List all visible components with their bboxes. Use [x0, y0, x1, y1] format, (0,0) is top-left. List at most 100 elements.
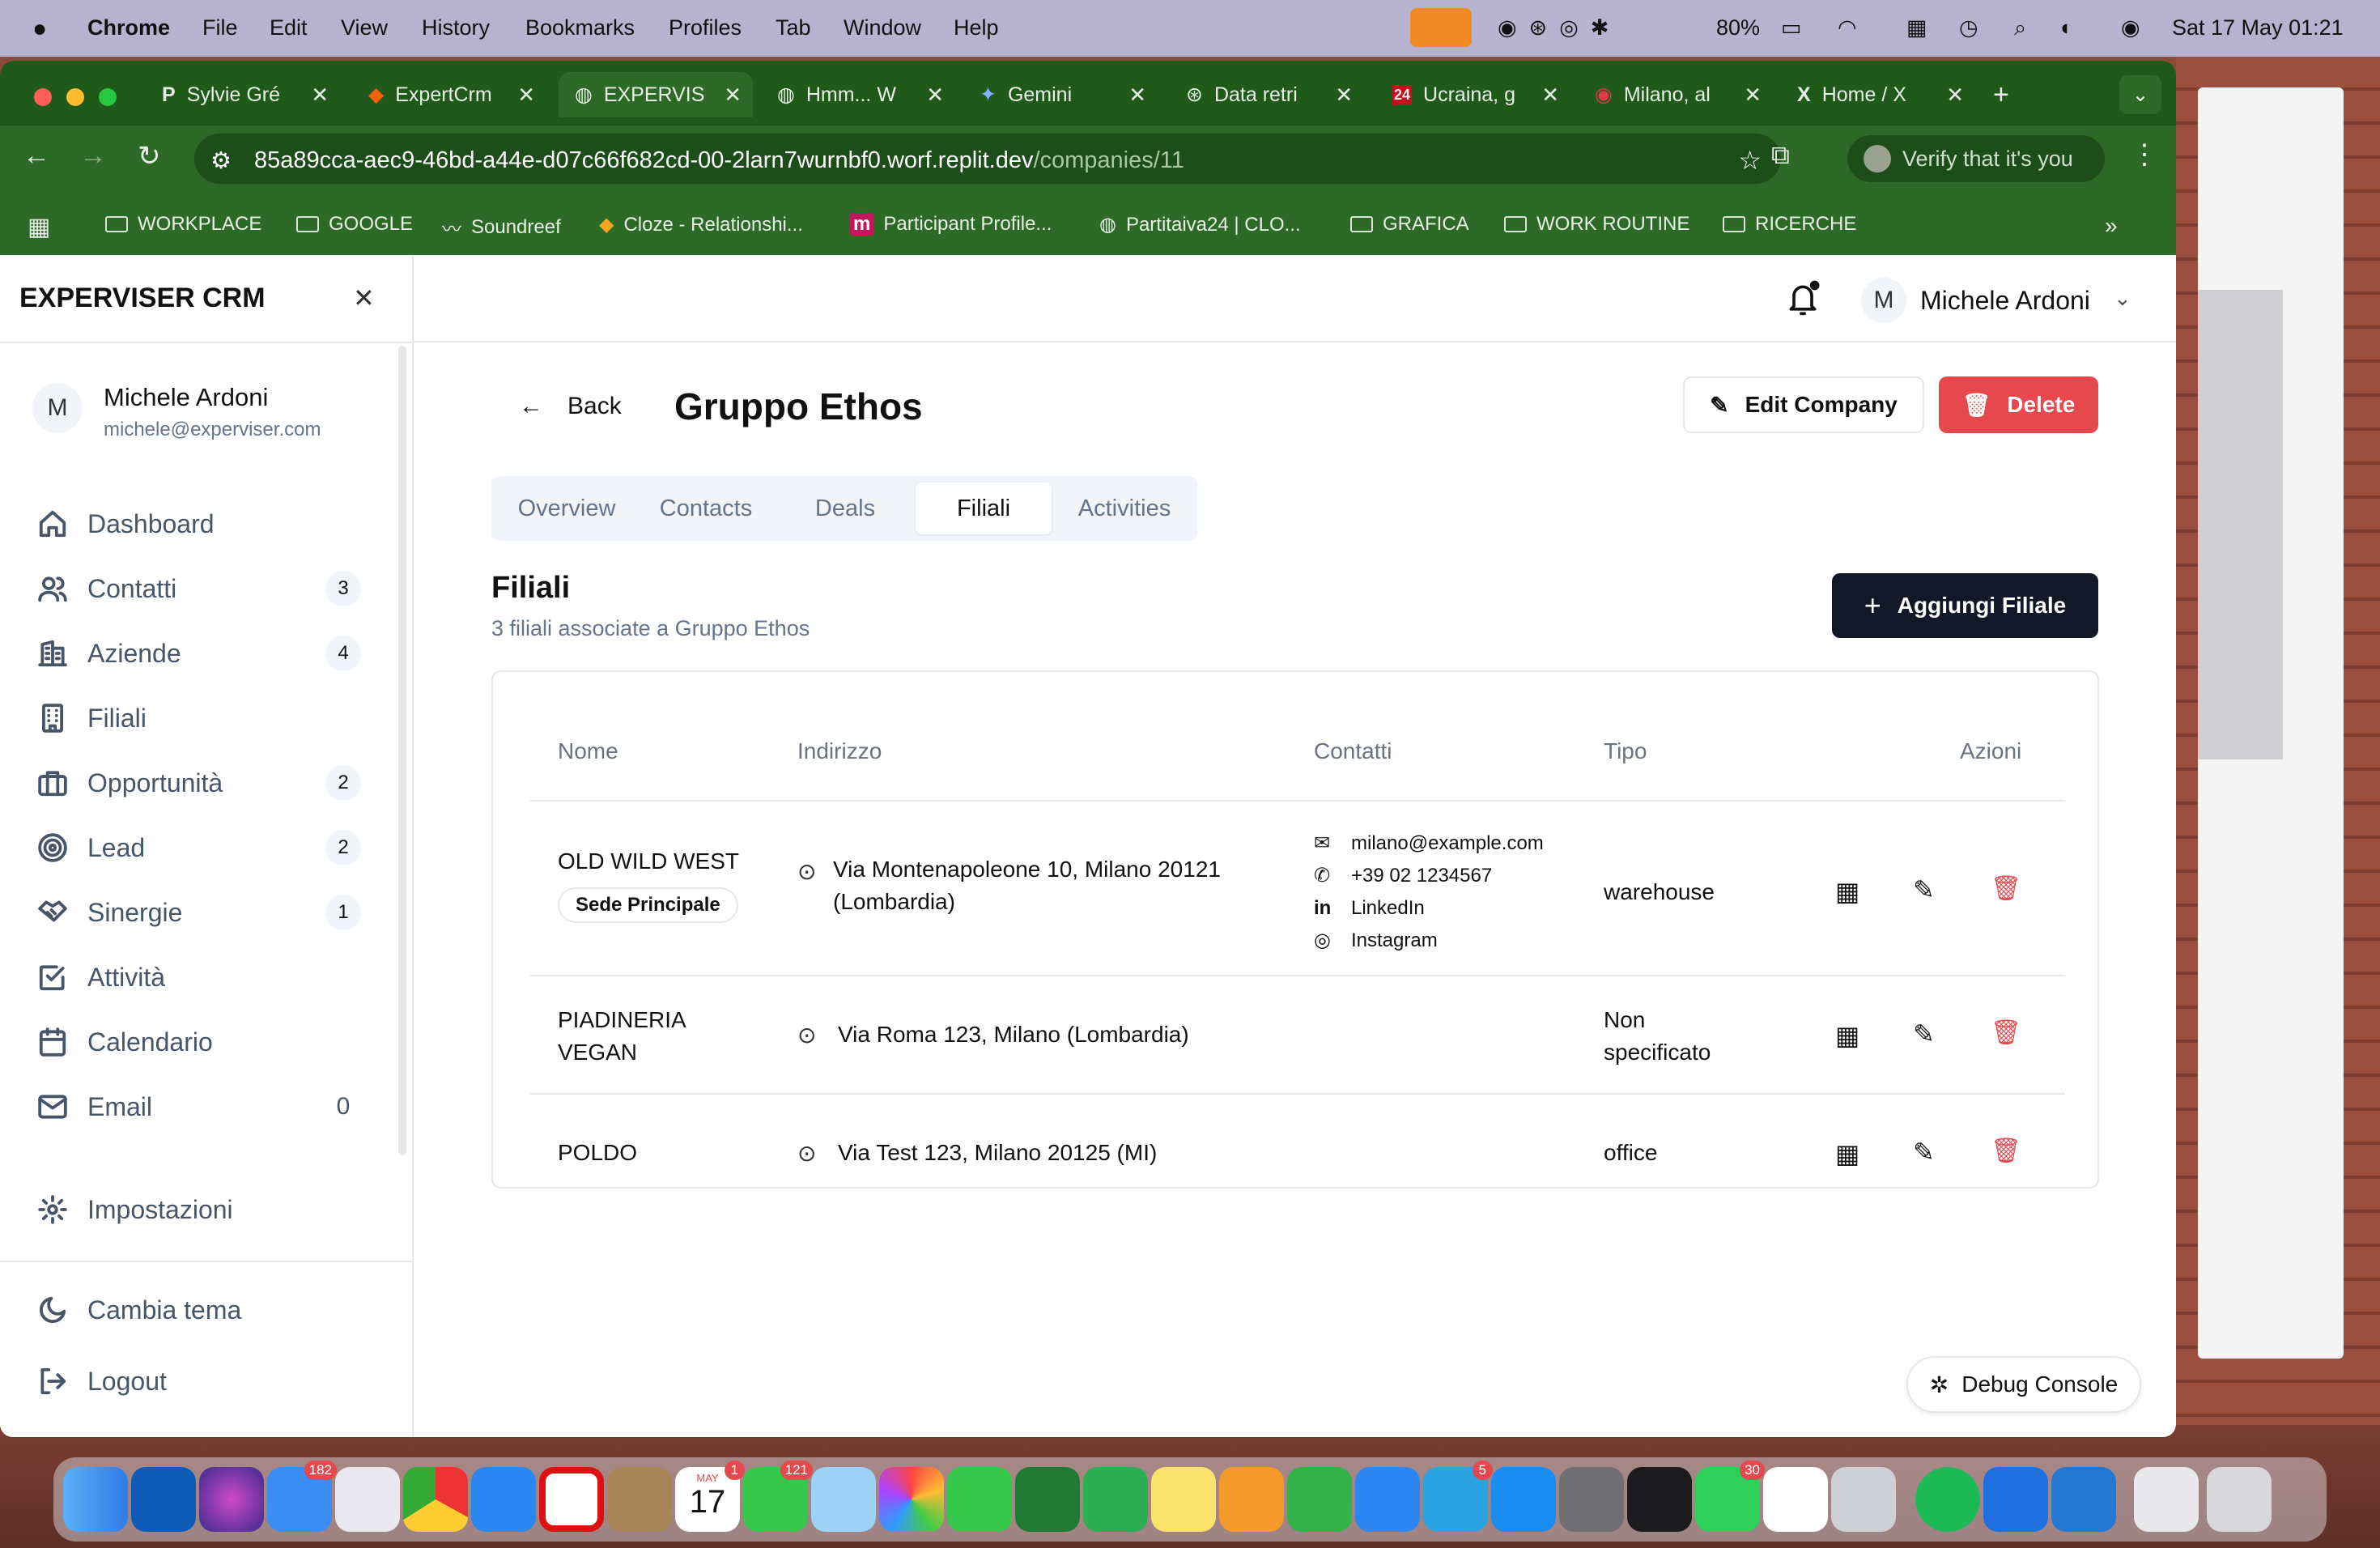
- bookmark-link[interactable]: ◍ Partitaiva24 | CLO...: [1099, 213, 1301, 236]
- browser-tab[interactable]: ⊛ Data retri ✕: [1178, 72, 1364, 117]
- table-row[interactable]: OLD WILD WEST Sede Principale ⊙ Via Mont…: [530, 802, 2065, 976]
- menu-profiles[interactable]: Profiles: [669, 15, 742, 40]
- bookmark-folder[interactable]: GOOGLE: [296, 213, 413, 236]
- app-store-icon[interactable]: [1491, 1467, 1556, 1532]
- address-bar[interactable]: ⚙ 85a89cca-aec9-46bd-a44e-d07c66f682cd-0…: [194, 134, 1781, 184]
- close-icon[interactable]: ✕: [1128, 83, 1146, 108]
- bookmark-link[interactable]: 〰 Soundreef: [442, 213, 561, 241]
- close-icon[interactable]: ✕: [1744, 83, 1762, 108]
- building-icon[interactable]: ▦: [1835, 1138, 1859, 1169]
- close-icon[interactable]: ✕: [311, 83, 329, 108]
- reload-icon[interactable]: ↻: [138, 140, 161, 172]
- zoom-window-button[interactable]: [99, 88, 117, 106]
- trash-icon[interactable]: 🗑︎: [1991, 874, 2021, 903]
- close-icon[interactable]: ✕: [1335, 83, 1353, 108]
- minimize-window-button[interactable]: [66, 88, 84, 106]
- keynote-icon[interactable]: [1355, 1467, 1420, 1532]
- siri-icon[interactable]: ◉: [2121, 15, 2140, 40]
- menu-bookmarks[interactable]: Bookmarks: [525, 15, 635, 40]
- sidebar-item-email[interactable]: Email 0: [37, 1091, 361, 1122]
- iphone-mirroring-icon[interactable]: [1831, 1467, 1896, 1532]
- back-button[interactable]: ← Back: [519, 393, 622, 420]
- menu-window[interactable]: Window: [844, 15, 921, 40]
- menu-edit[interactable]: Edit: [270, 15, 308, 40]
- table-row[interactable]: PIADINERIA VEGAN ⊙ Via Roma 123, Milano …: [530, 976, 2065, 1095]
- chrome-icon[interactable]: [403, 1467, 468, 1532]
- siri-icon[interactable]: [199, 1467, 264, 1532]
- mail-icon[interactable]: 182: [267, 1461, 337, 1532]
- search-icon[interactable]: ⌕: [2014, 15, 2026, 41]
- building-icon[interactable]: ▦: [1835, 1020, 1859, 1051]
- sidebar-item-contatti[interactable]: Contatti 3: [37, 571, 361, 606]
- close-icon[interactable]: ✕: [1946, 83, 1964, 108]
- menu-history[interactable]: History: [422, 15, 490, 40]
- trello-icon[interactable]: [1983, 1467, 2048, 1532]
- back-arrow-icon[interactable]: ←: [23, 140, 50, 172]
- close-window-button[interactable]: [34, 88, 52, 106]
- browser-tab[interactable]: ◍ Hmm... W ✕: [769, 72, 955, 117]
- delete-button[interactable]: 🗑︎ Delete: [1939, 376, 2098, 433]
- pen-tool-icon[interactable]: ✎: [1913, 1019, 1935, 1049]
- tab-activities[interactable]: Activities: [1052, 483, 1197, 534]
- launchpad-icon[interactable]: [335, 1467, 400, 1532]
- contacts-icon[interactable]: [607, 1467, 672, 1532]
- spotify-icon[interactable]: [1915, 1467, 1980, 1532]
- whatsapp-icon[interactable]: 30: [1695, 1461, 1765, 1532]
- chat-icon[interactable]: [1015, 1467, 1080, 1532]
- pen-tool-icon[interactable]: ✎: [1913, 1137, 1935, 1167]
- chevron-down-icon[interactable]: ⌄: [2114, 286, 2131, 311]
- theme-toggle[interactable]: Cambia tema: [37, 1295, 361, 1325]
- sidebar-item-filiali[interactable]: Filiali: [37, 703, 361, 734]
- close-icon[interactable]: ✕: [517, 83, 535, 108]
- apps-grid-icon[interactable]: ▦: [28, 213, 50, 241]
- numbers-icon[interactable]: [1287, 1467, 1352, 1532]
- vscode-icon[interactable]: [2051, 1467, 2116, 1532]
- bookmark-link[interactable]: ◆ Cloze - Relationshi...: [599, 213, 803, 236]
- tab-search-icon[interactable]: ⌄: [2119, 75, 2161, 114]
- menu-help[interactable]: Help: [954, 15, 999, 40]
- close-icon[interactable]: ✕: [724, 83, 742, 108]
- bookmark-folder[interactable]: WORK ROUTINE: [1504, 213, 1689, 236]
- browser-tab[interactable]: X Home / X ✕: [1789, 72, 1975, 117]
- trash-icon[interactable]: [2207, 1467, 2272, 1532]
- site-info-icon[interactable]: ⚙: [210, 147, 232, 175]
- debug-console-button[interactable]: ✲ Debug Console: [1906, 1356, 2141, 1413]
- sidebar-item-sinergie[interactable]: Sinergie 1: [37, 895, 361, 930]
- safari-icon[interactable]: [471, 1467, 536, 1532]
- maps-icon[interactable]: [811, 1467, 876, 1532]
- browser-tab[interactable]: ◉ Milano, al ✕: [1587, 72, 1773, 117]
- close-sidebar-icon[interactable]: ✕: [353, 283, 375, 313]
- chatgpt-icon[interactable]: [1763, 1467, 1828, 1532]
- sidebar-item-attivita[interactable]: Attività: [37, 962, 361, 993]
- calendar-icon[interactable]: MAY 17 1: [675, 1461, 745, 1532]
- extensions-icon[interactable]: ⧉: [1771, 140, 1790, 171]
- apple-icon[interactable]: ●: [32, 15, 47, 43]
- close-icon[interactable]: ✕: [1541, 83, 1559, 108]
- bookmark-folder[interactable]: GRAFICA: [1350, 213, 1469, 236]
- header-user-name[interactable]: Michele Ardoni: [1920, 286, 2090, 316]
- browser-tab[interactable]: 24 Ucraina, g ✕: [1384, 72, 1570, 117]
- more-vert-icon[interactable]: ⋮: [2131, 138, 2158, 171]
- browser-tab[interactable]: P Sylvie Gré ✕: [154, 72, 340, 117]
- trash-icon[interactable]: 🗑︎: [1991, 1019, 2021, 1047]
- edit-company-button[interactable]: ✎ Edit Company: [1683, 376, 1924, 433]
- menu-file[interactable]: File: [202, 15, 238, 40]
- logout-button[interactable]: Logout: [37, 1366, 361, 1397]
- sidebar-scrollbar[interactable]: [398, 346, 406, 1155]
- add-filiale-button[interactable]: + Aggiungi Filiale: [1832, 573, 2098, 638]
- sidebar-item-opportunita[interactable]: Opportunità 2: [37, 765, 361, 801]
- pen-tool-icon[interactable]: ✎: [1913, 874, 1935, 905]
- menubar-app-name[interactable]: Chrome: [87, 15, 170, 40]
- contact-email[interactable]: ✉ milano@example.com: [1314, 827, 1544, 860]
- bookmark-star-icon[interactable]: ☆: [1738, 145, 1762, 176]
- menu-view[interactable]: View: [341, 15, 388, 40]
- notes-icon[interactable]: [1151, 1467, 1216, 1532]
- contact-phone[interactable]: ✆ +39 02 1234567: [1314, 860, 1544, 892]
- tab-deals[interactable]: Deals: [770, 483, 920, 534]
- downloads-folder-icon[interactable]: [2134, 1467, 2199, 1532]
- bookmark-folder[interactable]: WORKPLACE: [105, 213, 261, 236]
- profile-chip[interactable]: Verify that it's you: [1847, 135, 2105, 182]
- messages-icon[interactable]: 121: [743, 1461, 813, 1532]
- contact-instagram[interactable]: ◎ Instagram: [1314, 925, 1544, 957]
- new-tab-button[interactable]: +: [1993, 72, 2034, 117]
